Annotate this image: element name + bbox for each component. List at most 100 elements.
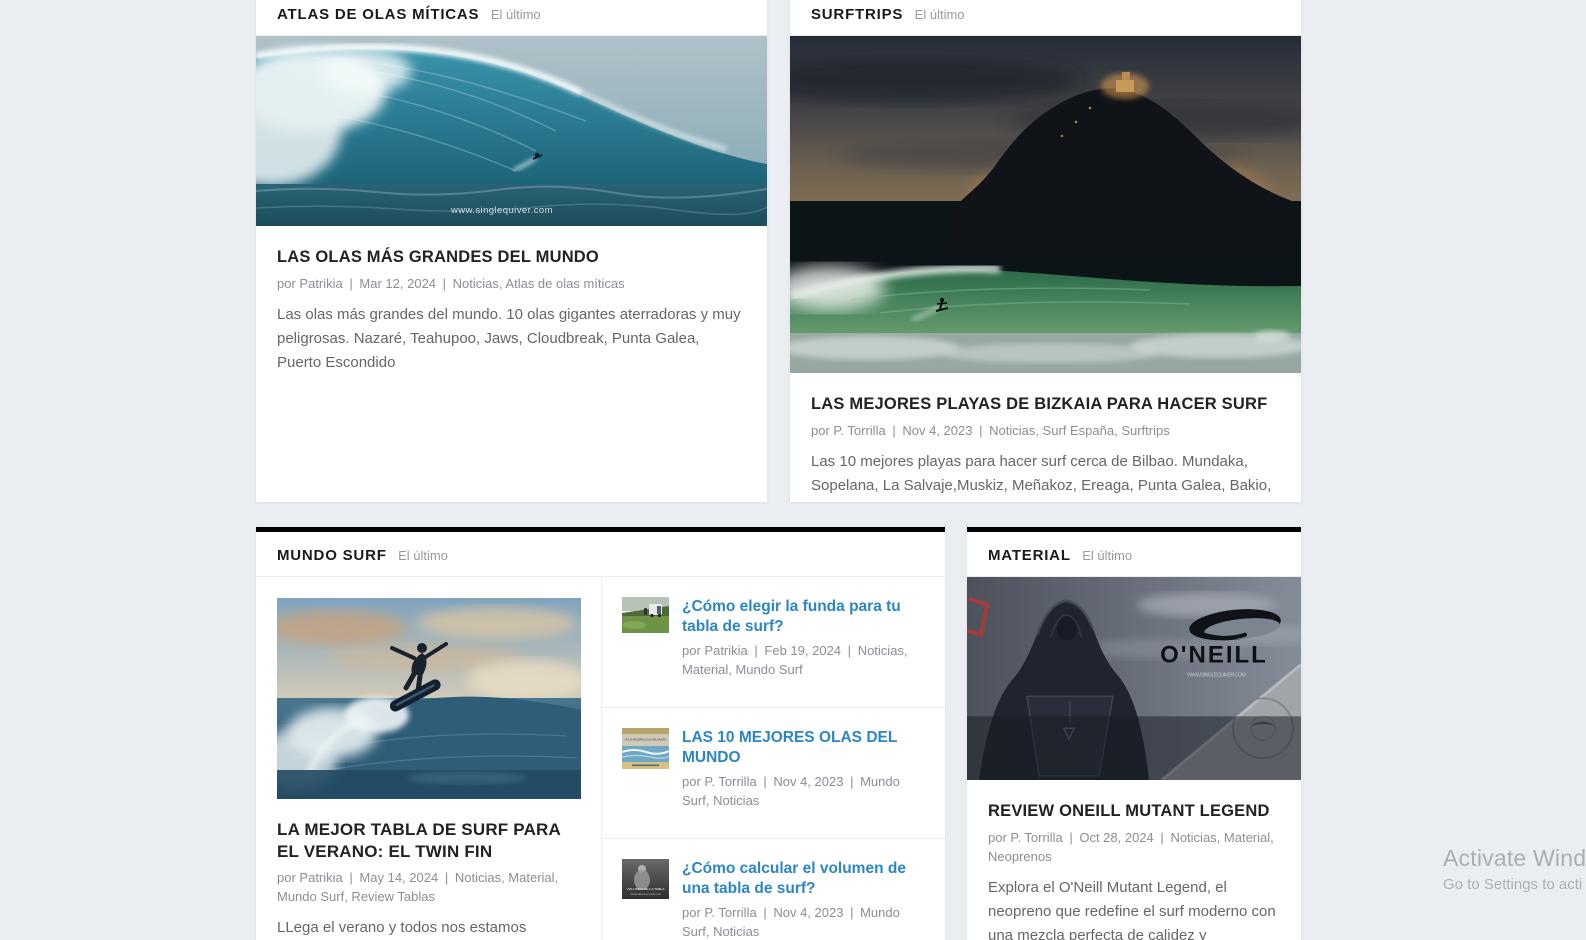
article-excerpt: Las 10 mejores playas para hacer surf ce… — [811, 450, 1280, 502]
meta-separator: | — [979, 423, 982, 438]
article-body: REVIEW ONEILL MUTANT LEGEND por P. Torri… — [967, 780, 1301, 940]
waves-poster-thumb-illustration: LAS 10 MEJORES OLAS DEL MUNDO — [622, 728, 669, 769]
article-body: LAS MEJORES PLAYAS DE BIZKAIA PARA HACER… — [790, 373, 1301, 502]
section-card-mundo-surf: MUNDO SURF El último — [256, 527, 945, 940]
watermark-line2: Go to Settings to acti — [1443, 876, 1586, 893]
article-image-twin-fin[interactable] — [277, 598, 581, 799]
byline-label: por — [682, 643, 701, 658]
article-meta: por Patrikia | Mar 12, 2024 | Noticias, … — [277, 274, 746, 293]
author-link[interactable]: Patrikia — [299, 870, 342, 885]
blog-overview-page: ATLAS DE OLAS MÍTICAS El último — [0, 0, 1586, 940]
camper-van-thumb-illustration — [622, 597, 669, 633]
section-title: SURFTRIPS — [811, 6, 903, 23]
volume-poster-thumb-illustration: VOLUMEN DE LA TABLA WWW.SINGLEQUIVER.COM — [622, 859, 669, 899]
byline-label: por — [682, 774, 701, 789]
meta-separator: | — [445, 870, 448, 885]
article-date: Feb 19, 2024 — [764, 643, 841, 658]
article-excerpt: LLega el verano y todos nos estamos — [277, 916, 581, 940]
byline-label: por — [988, 830, 1007, 845]
list-item-title[interactable]: LAS 10 MEJORES OLAS DEL MUNDO — [682, 728, 925, 768]
meta-separator: | — [892, 423, 895, 438]
section-header-material: MATERIAL El último — [967, 532, 1301, 577]
latest-label: El último — [1082, 548, 1132, 563]
list-item-meta: por P. Torrilla | Nov 4, 2023 | Mundo Su… — [682, 772, 925, 810]
article-excerpt: Explora el O'Neill Mutant Legend, el neo… — [988, 876, 1280, 940]
meta-separator: | — [763, 774, 766, 789]
author-link[interactable]: P. Torrilla — [833, 423, 885, 438]
list-item-meta: por Patrikia | Feb 19, 2024 | Noticias, … — [682, 641, 925, 679]
list-item[interactable]: ¿Cómo elegir la funda para tu tabla de s… — [602, 577, 945, 707]
meta-separator: | — [443, 276, 446, 291]
article-date: May 14, 2024 — [359, 870, 438, 885]
section-header-atlas: ATLAS DE OLAS MÍTICAS El último — [256, 0, 767, 36]
article-date: Oct 28, 2024 — [1079, 830, 1153, 845]
article-title[interactable]: REVIEW ONEILL MUTANT LEGEND — [988, 800, 1280, 822]
image-watermark-text: www.singlequiver.com — [450, 205, 553, 216]
oneill-wetsuit-illustration: O'NEILL WWW.SINGLEQUIVER.COM — [967, 577, 1301, 780]
article-image-oneill-wetsuit[interactable]: O'NEILL WWW.SINGLEQUIVER.COM — [967, 577, 1301, 780]
recent-posts-list: ¿Cómo elegir la funda para tu tabla de s… — [601, 577, 945, 940]
list-item[interactable]: LAS 10 MEJORES OLAS DEL MUNDO LAS 10 MEJ… — [602, 707, 945, 838]
meta-separator: | — [763, 905, 766, 920]
article-meta: por P. Torrilla | Nov 4, 2023 | Noticias… — [811, 421, 1280, 440]
thumbnail-camper-van[interactable] — [622, 597, 669, 633]
meta-separator: | — [1069, 830, 1072, 845]
list-item[interactable]: VOLUMEN DE LA TABLA WWW.SINGLEQUIVER.COM… — [602, 838, 945, 940]
byline-label: por — [277, 276, 296, 291]
list-item-meta: por P. Torrilla | Nov 4, 2023 | Mundo Su… — [682, 903, 925, 940]
author-link[interactable]: Patrikia — [704, 643, 747, 658]
category-links[interactable]: Noticias, Surf España, Surftrips — [989, 423, 1170, 438]
byline-label: por — [811, 423, 830, 438]
article-body: LAS OLAS MÁS GRANDES DEL MUNDO por Patri… — [256, 226, 767, 395]
section-title: ATLAS DE OLAS MÍTICAS — [277, 6, 479, 23]
meta-separator: | — [848, 643, 851, 658]
section-title: MATERIAL — [988, 547, 1071, 564]
surfer-air-illustration — [277, 598, 581, 799]
article-meta: por Patrikia | May 14, 2024 | Noticias, … — [277, 868, 581, 906]
section-title: MUNDO SURF — [277, 547, 387, 564]
section-header-surftrips: SURFTRIPS El último — [790, 0, 1301, 36]
meta-separator: | — [1160, 830, 1163, 845]
article-meta: por P. Torrilla | Oct 28, 2024 | Noticia… — [988, 828, 1280, 866]
article-title[interactable]: LA MEJOR TABLA DE SURF PARA EL VERANO: E… — [277, 819, 581, 862]
big-wave-illustration: www.singlequiver.com — [256, 36, 767, 226]
list-item-content: LAS 10 MEJORES OLAS DEL MUNDO por P. Tor… — [682, 728, 925, 810]
article-image-gaztelugatxe[interactable] — [790, 36, 1301, 373]
poster-title-text: VOLUMEN DE LA TABLA — [627, 887, 665, 891]
poster-url-text: WWW.SINGLEQUIVER.COM — [631, 894, 661, 896]
lighthouse-island-illustration — [790, 36, 1301, 373]
section-header-mundo-surf: MUNDO SURF El último — [256, 532, 945, 577]
meta-separator: | — [349, 870, 352, 885]
watermark-line1: Activate Windows — [1443, 845, 1586, 872]
list-item-content: ¿Cómo calcular el volumen de una tabla d… — [682, 859, 925, 940]
section-card-material: MATERIAL El último — [967, 527, 1301, 940]
featured-article: LA MEJOR TABLA DE SURF PARA EL VERANO: E… — [256, 577, 601, 940]
section-card-surftrips: SURFTRIPS El último — [790, 0, 1301, 502]
windows-activation-watermark: Activate Windows Go to Settings to acti — [1443, 845, 1586, 893]
meta-separator: | — [850, 905, 853, 920]
list-item-title[interactable]: ¿Cómo elegir la funda para tu tabla de s… — [682, 597, 925, 637]
author-link[interactable]: P. Torrilla — [1010, 830, 1062, 845]
author-link[interactable]: P. Torrilla — [704, 774, 756, 789]
article-date: Nov 4, 2023 — [773, 774, 843, 789]
list-item-title[interactable]: ¿Cómo calcular el volumen de una tabla d… — [682, 859, 925, 899]
mundo-surf-columns: LA MEJOR TABLA DE SURF PARA EL VERANO: E… — [256, 577, 945, 940]
meta-separator: | — [349, 276, 352, 291]
article-title[interactable]: LAS OLAS MÁS GRANDES DEL MUNDO — [277, 246, 746, 268]
section-card-atlas: ATLAS DE OLAS MÍTICAS El último — [256, 0, 767, 502]
thumbnail-volume-poster[interactable]: VOLUMEN DE LA TABLA WWW.SINGLEQUIVER.COM — [622, 859, 669, 899]
category-links[interactable]: Noticias, Atlas de olas míticas — [453, 276, 625, 291]
article-image-big-wave[interactable]: www.singlequiver.com — [256, 36, 767, 226]
list-item-content: ¿Cómo elegir la funda para tu tabla de s… — [682, 597, 925, 679]
byline-label: por — [277, 870, 296, 885]
latest-label: El último — [915, 7, 965, 22]
article-excerpt: Las olas más grandes del mundo. 10 olas … — [277, 303, 746, 375]
article-date: Mar 12, 2024 — [359, 276, 436, 291]
author-link[interactable]: P. Torrilla — [704, 905, 756, 920]
latest-label: El último — [491, 7, 541, 22]
byline-label: por — [682, 905, 701, 920]
author-link[interactable]: Patrikia — [299, 276, 342, 291]
article-date: Nov 4, 2023 — [773, 905, 843, 920]
article-title[interactable]: LAS MEJORES PLAYAS DE BIZKAIA PARA HACER… — [811, 393, 1280, 415]
thumbnail-waves-poster[interactable]: LAS 10 MEJORES OLAS DEL MUNDO — [622, 728, 669, 769]
